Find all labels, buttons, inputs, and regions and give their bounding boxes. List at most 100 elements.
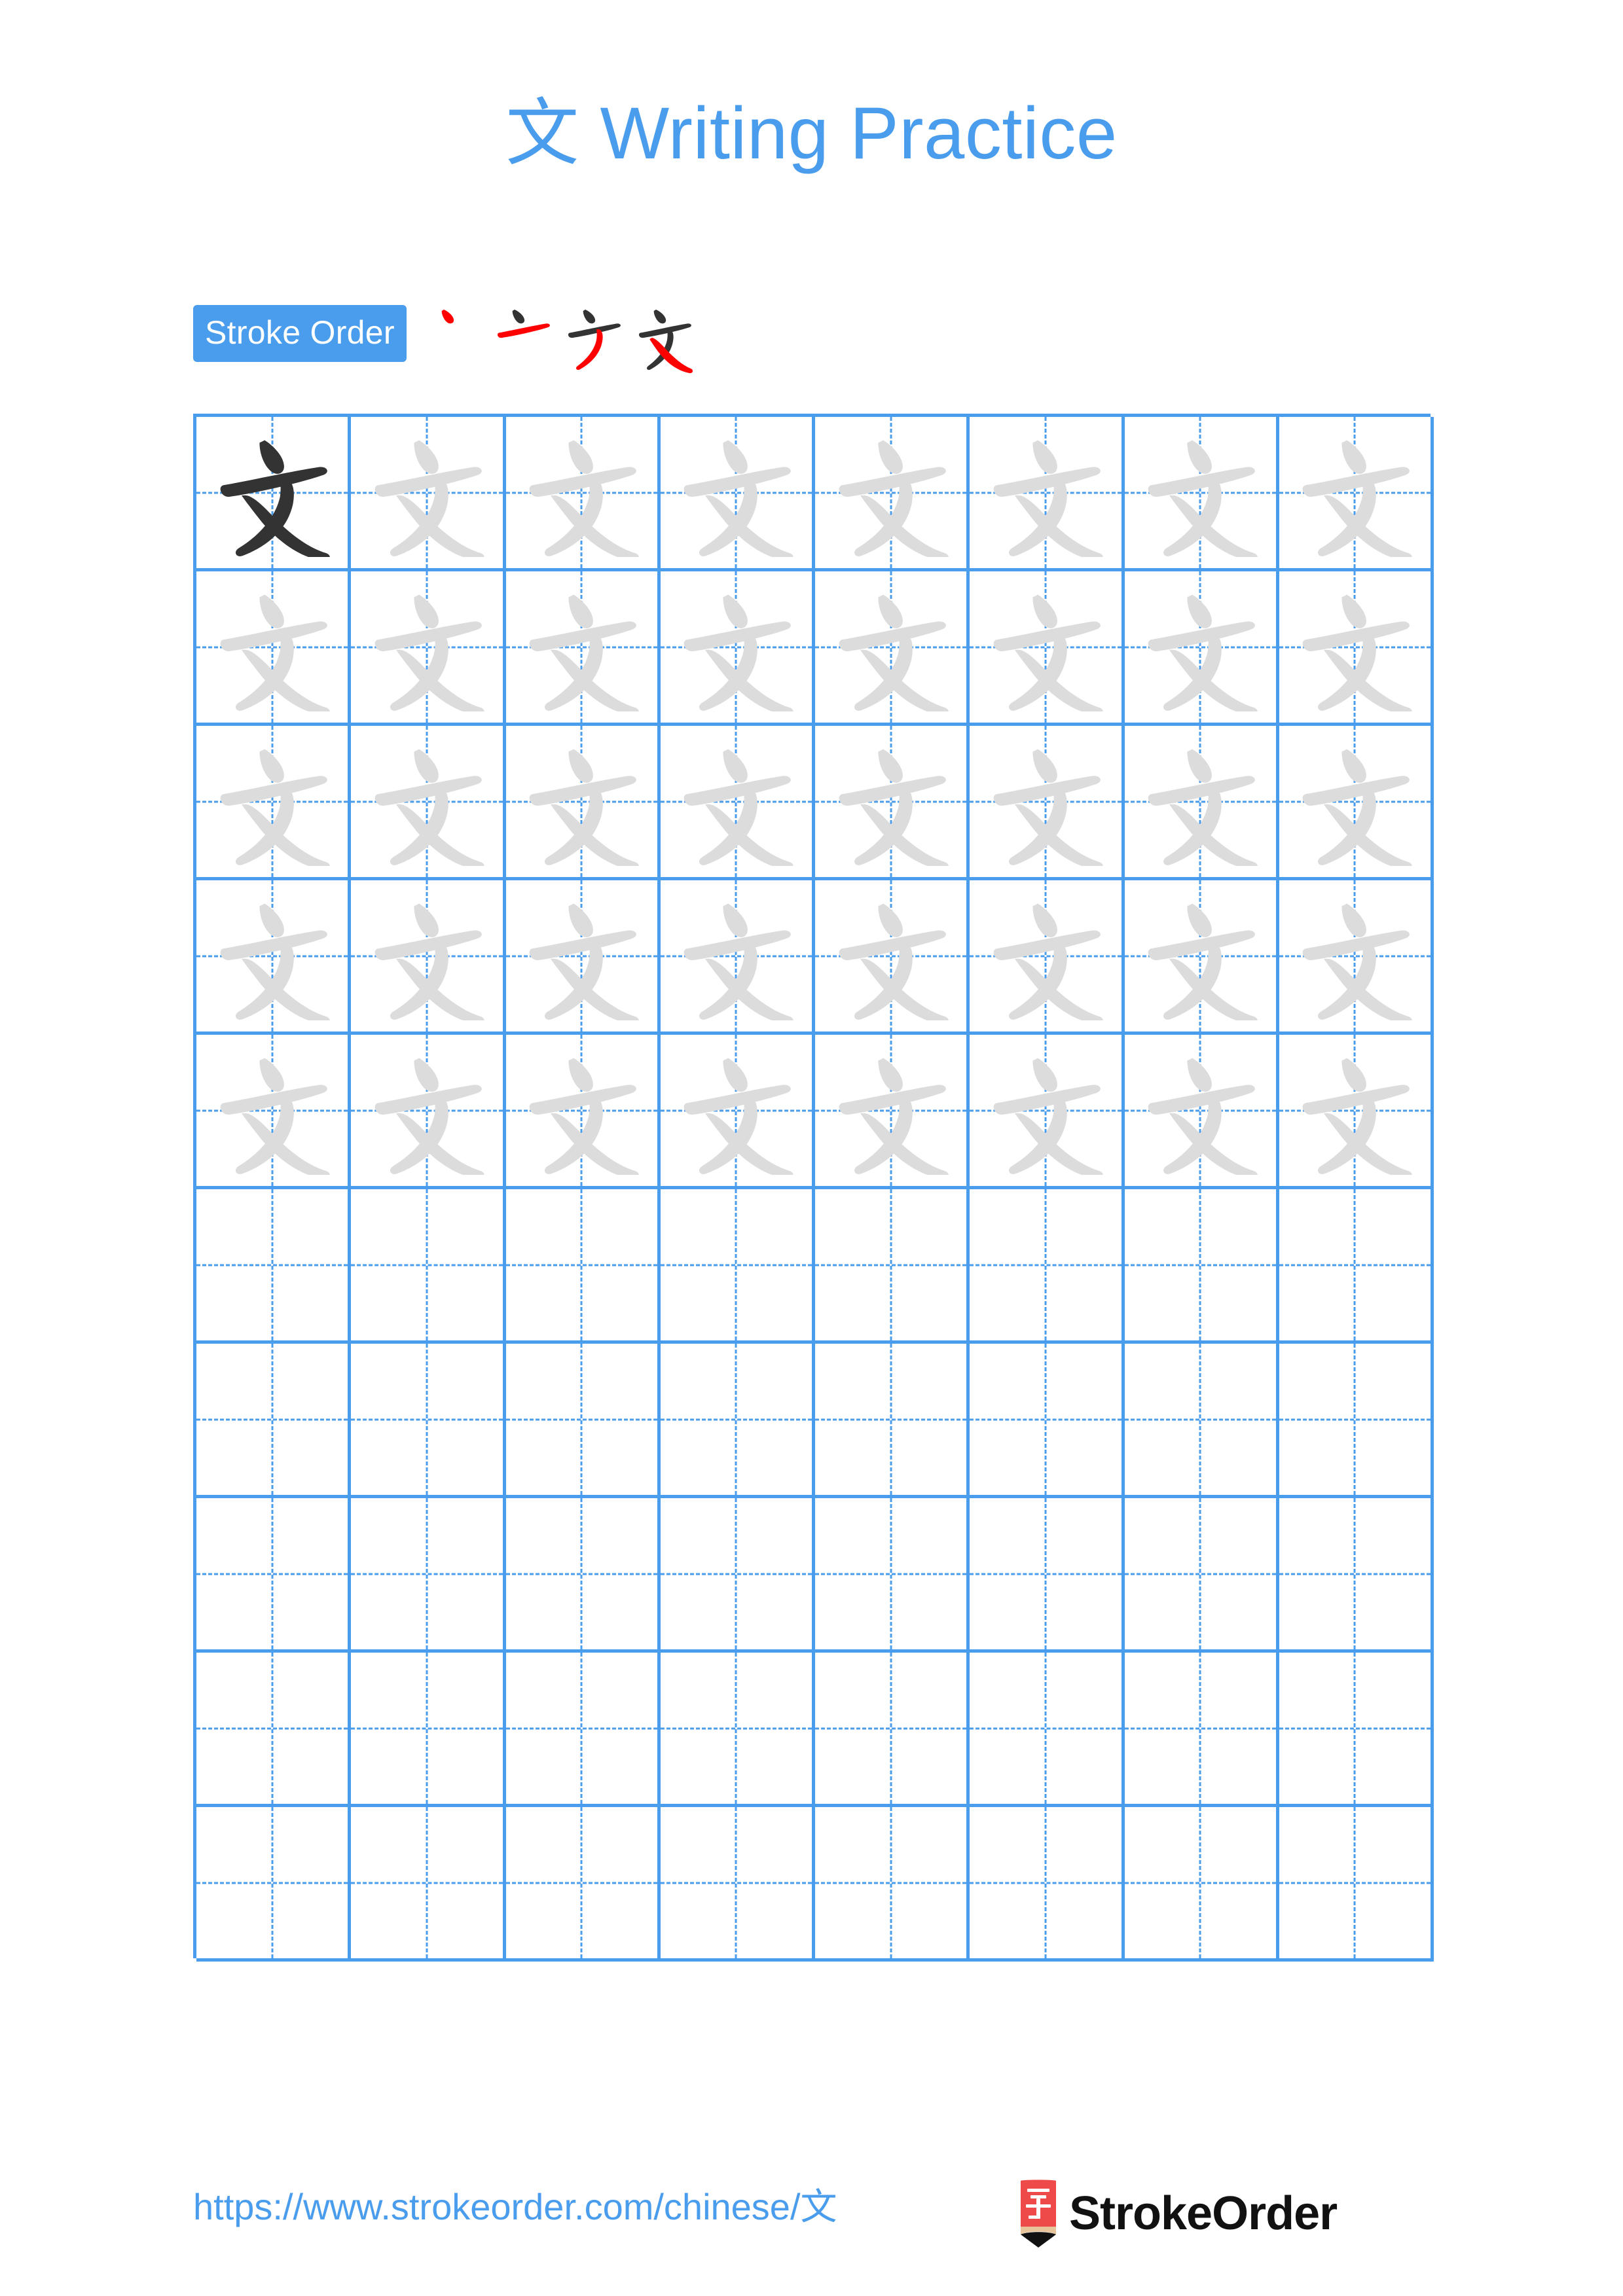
practice-cell-blank[interactable] <box>1124 1344 1279 1498</box>
practice-grid-row <box>196 1653 1434 1807</box>
practice-cell-trace[interactable] <box>1124 417 1279 571</box>
page-title: 文 Writing Practice <box>505 92 1118 174</box>
practice-cell-blank[interactable] <box>970 1653 1125 1807</box>
character-glyph <box>506 880 657 1031</box>
practice-cell-blank[interactable] <box>1279 1653 1434 1807</box>
practice-cell-trace[interactable] <box>505 726 661 880</box>
practice-cell-trace[interactable] <box>351 726 506 880</box>
practice-cell-trace[interactable] <box>970 1035 1125 1189</box>
practice-cell-blank[interactable] <box>970 1189 1125 1344</box>
practice-cell-blank[interactable] <box>1279 1498 1434 1653</box>
practice-cell-blank[interactable] <box>660 1189 815 1344</box>
practice-cell-blank[interactable] <box>505 1807 661 1962</box>
character-glyph <box>970 417 1121 568</box>
practice-cell-trace[interactable] <box>970 417 1125 571</box>
practice-cell-blank[interactable] <box>815 1653 970 1807</box>
practice-grid[interactable] <box>193 414 1434 1962</box>
practice-cell-blank[interactable] <box>1279 1344 1434 1498</box>
character-glyph <box>506 417 657 568</box>
practice-cell-trace[interactable] <box>815 880 970 1035</box>
practice-cell-trace[interactable] <box>351 880 506 1035</box>
practice-cell-blank[interactable] <box>1279 1189 1434 1344</box>
practice-cell-trace[interactable] <box>1279 571 1434 726</box>
character-glyph <box>815 880 966 1031</box>
practice-cell-trace[interactable] <box>1124 1035 1279 1189</box>
practice-cell-blank[interactable] <box>815 1344 970 1498</box>
practice-cell-blank[interactable] <box>1124 1189 1279 1344</box>
practice-cell-trace[interactable] <box>505 880 661 1035</box>
practice-cell-trace[interactable] <box>1279 417 1434 571</box>
practice-cell-trace[interactable] <box>505 571 661 726</box>
practice-cell-trace[interactable] <box>505 417 661 571</box>
practice-cell-blank[interactable] <box>505 1189 661 1344</box>
practice-cell-trace[interactable] <box>196 1035 352 1189</box>
practice-cell-trace[interactable] <box>351 1035 506 1189</box>
practice-cell-blank[interactable] <box>196 1189 352 1344</box>
strokeorder-logo[interactable]: StrokeOrder <box>1018 2179 1338 2248</box>
practice-cell-blank[interactable] <box>196 1344 352 1498</box>
practice-cell-trace[interactable] <box>660 880 815 1035</box>
practice-cell-blank[interactable] <box>660 1653 815 1807</box>
practice-cell-blank[interactable] <box>505 1653 661 1807</box>
practice-cell-trace[interactable] <box>1279 1035 1434 1189</box>
practice-cell-blank[interactable] <box>1279 1807 1434 1962</box>
practice-cell-trace[interactable] <box>196 880 352 1035</box>
practice-cell-blank[interactable] <box>196 1653 352 1807</box>
practice-cell-blank[interactable] <box>196 1807 352 1962</box>
practice-cell-blank[interactable] <box>970 1807 1125 1962</box>
practice-cell-blank[interactable] <box>505 1498 661 1653</box>
practice-cell-trace[interactable] <box>660 726 815 880</box>
character-glyph <box>1125 726 1276 877</box>
footer-url-link[interactable]: https://www.strokeorder.com/chinese/文 <box>193 2189 837 2225</box>
character-glyph <box>506 726 657 877</box>
practice-cell-blank[interactable] <box>1124 1653 1279 1807</box>
practice-cell-blank[interactable] <box>660 1498 815 1653</box>
practice-cell-trace[interactable] <box>970 726 1125 880</box>
practice-cell-trace[interactable] <box>1124 726 1279 880</box>
practice-cell-trace[interactable] <box>505 1035 661 1189</box>
practice-cell-blank[interactable] <box>351 1189 506 1344</box>
practice-cell-trace[interactable] <box>660 417 815 571</box>
practice-cell-blank[interactable] <box>505 1344 661 1498</box>
practice-cell-trace[interactable] <box>1279 880 1434 1035</box>
practice-cell-trace[interactable] <box>660 571 815 726</box>
practice-cell-blank[interactable] <box>970 1498 1125 1653</box>
stroke-order-badge: Stroke Order <box>193 305 407 362</box>
practice-cell-blank[interactable] <box>970 1344 1125 1498</box>
practice-grid-row <box>196 726 1434 880</box>
practice-cell-blank[interactable] <box>660 1807 815 1962</box>
practice-cell-blank[interactable] <box>815 1498 970 1653</box>
practice-cell-model[interactable] <box>196 417 352 571</box>
practice-cell-trace[interactable] <box>815 417 970 571</box>
character-glyph <box>351 1035 502 1186</box>
practice-cell-trace[interactable] <box>815 571 970 726</box>
practice-cell-trace[interactable] <box>196 571 352 726</box>
practice-cell-trace[interactable] <box>196 726 352 880</box>
practice-cell-blank[interactable] <box>1124 1807 1279 1962</box>
character-glyph <box>970 726 1121 877</box>
practice-cell-blank[interactable] <box>660 1344 815 1498</box>
practice-cell-blank[interactable] <box>351 1653 506 1807</box>
practice-cell-trace[interactable] <box>815 726 970 880</box>
practice-cell-blank[interactable] <box>815 1189 970 1344</box>
practice-cell-trace[interactable] <box>1279 726 1434 880</box>
practice-cell-blank[interactable] <box>351 1498 506 1653</box>
practice-cell-blank[interactable] <box>351 1344 506 1498</box>
practice-cell-trace[interactable] <box>970 880 1125 1035</box>
practice-cell-trace[interactable] <box>1124 571 1279 726</box>
practice-cell-blank[interactable] <box>196 1498 352 1653</box>
practice-cell-blank[interactable] <box>815 1807 970 1962</box>
practice-cell-blank[interactable] <box>1124 1498 1279 1653</box>
practice-cell-trace[interactable] <box>1124 880 1279 1035</box>
character-glyph <box>506 571 657 723</box>
stroke-step-2 <box>489 301 560 382</box>
practice-grid-row <box>196 1807 1434 1962</box>
practice-cell-blank[interactable] <box>351 1807 506 1962</box>
practice-cell-trace[interactable] <box>970 571 1125 726</box>
practice-cell-trace[interactable] <box>815 1035 970 1189</box>
practice-cell-trace[interactable] <box>351 571 506 726</box>
character-glyph <box>661 571 812 723</box>
practice-cell-trace[interactable] <box>351 417 506 571</box>
practice-cell-trace[interactable] <box>660 1035 815 1189</box>
character-glyph <box>196 1035 348 1186</box>
